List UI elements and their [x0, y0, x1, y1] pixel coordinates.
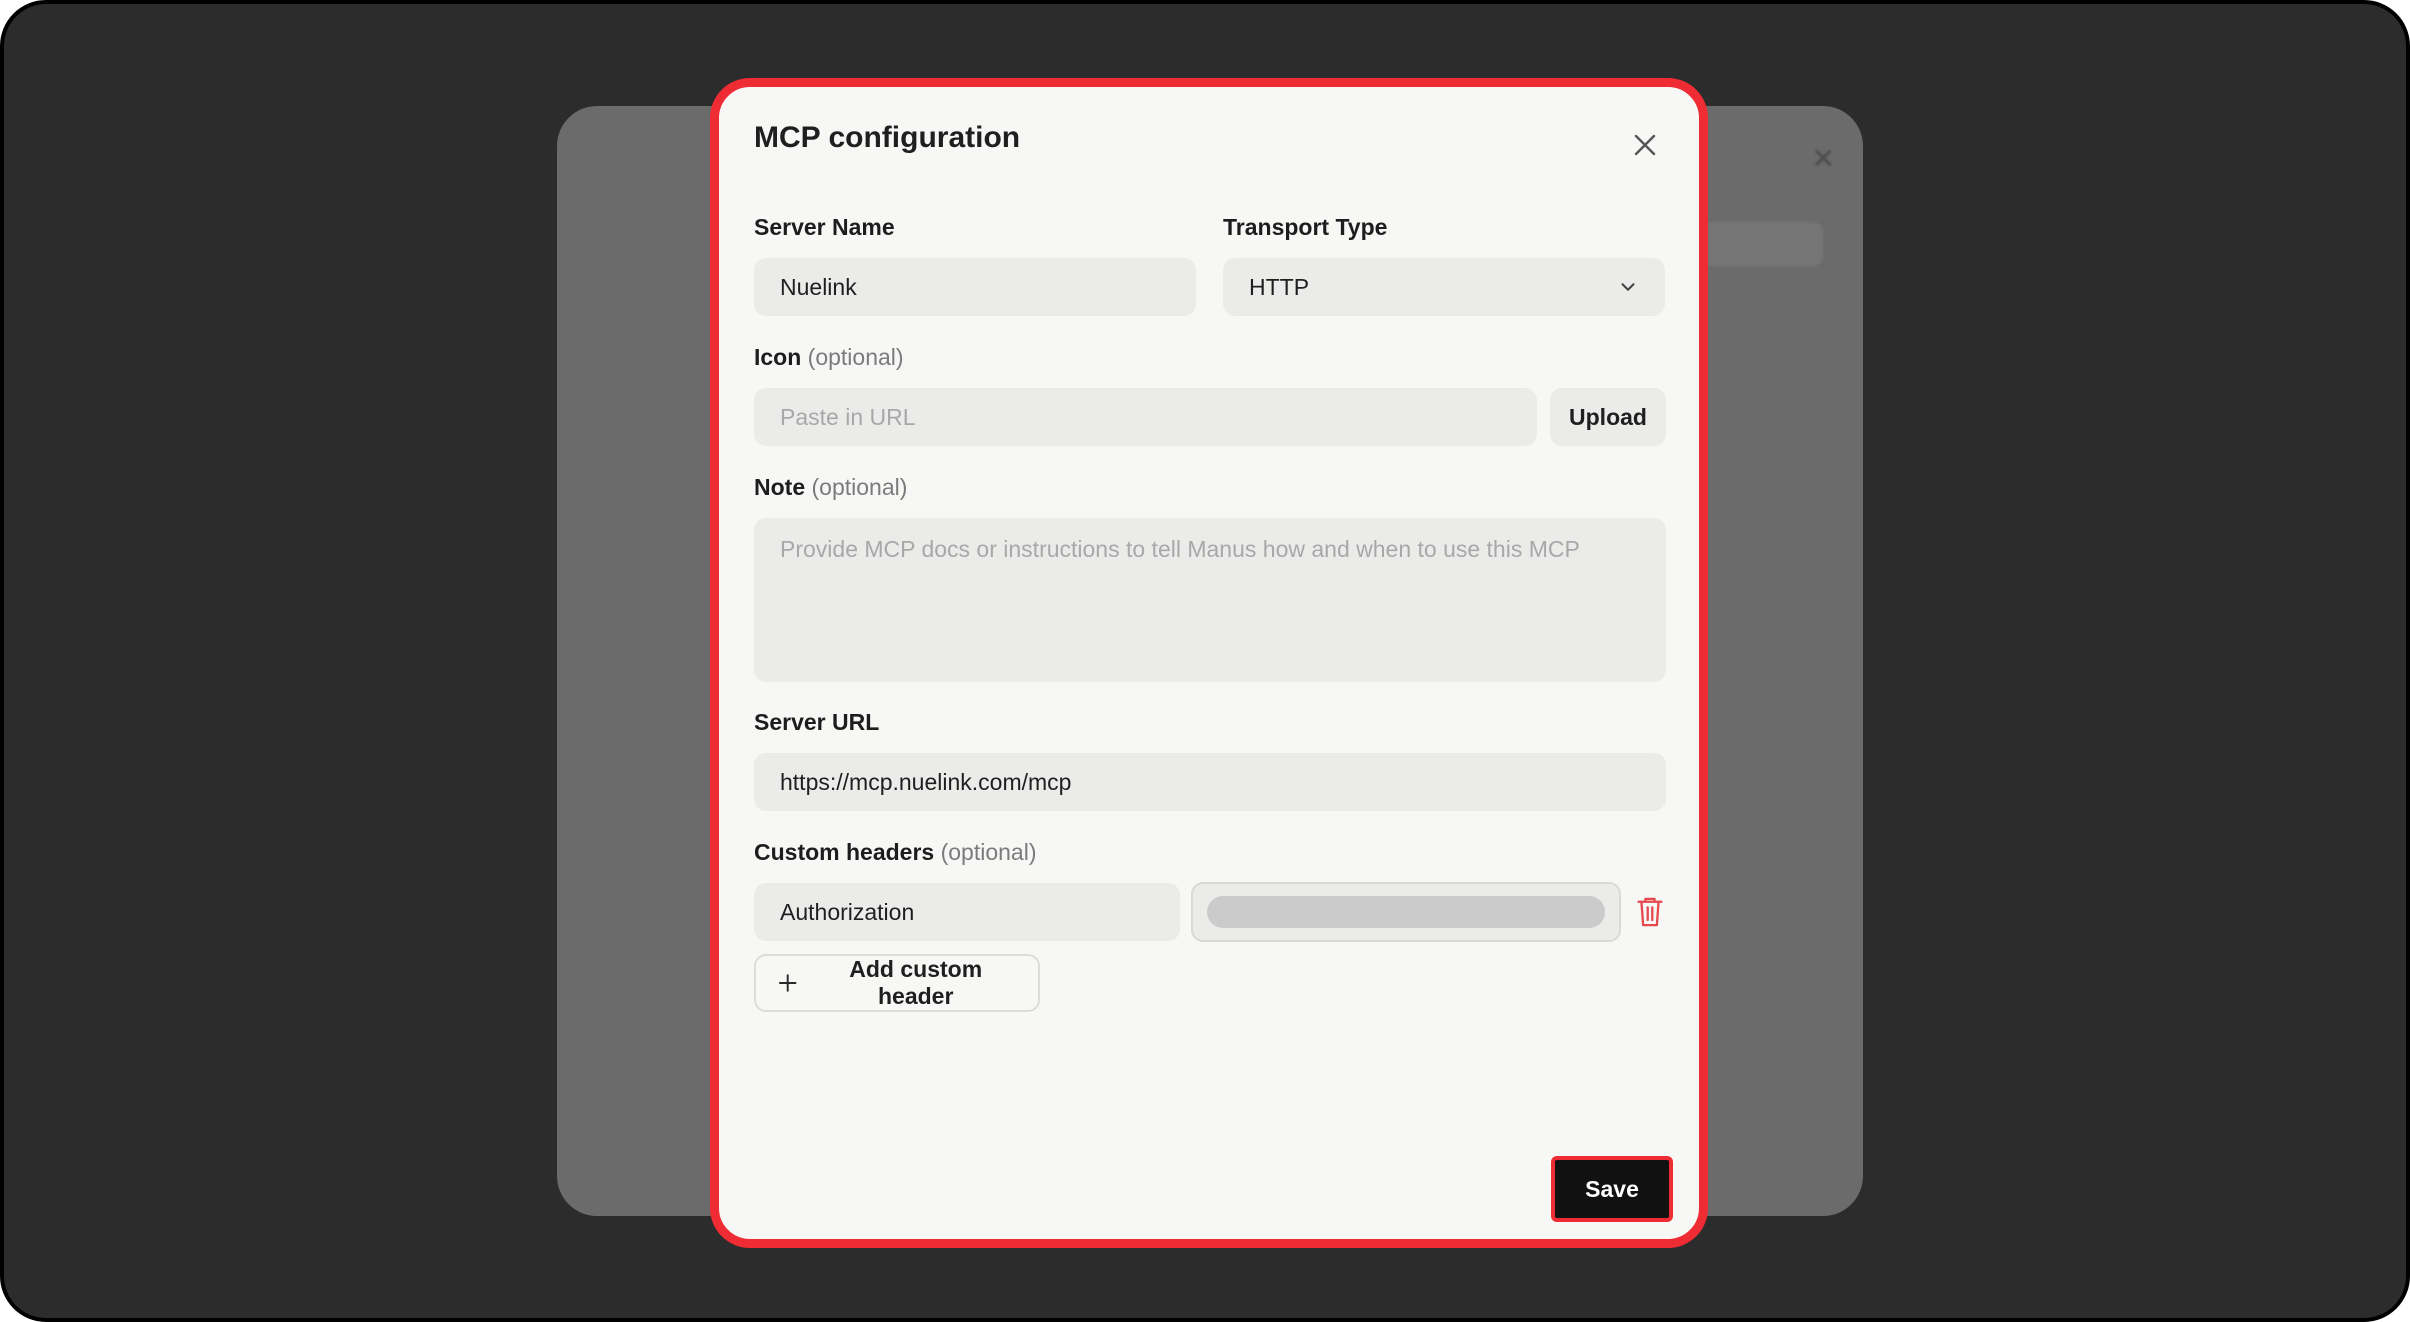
header-value-redacted: [1207, 896, 1605, 928]
dialog-title: MCP configuration: [754, 121, 1021, 154]
custom-headers-label: Custom headers (optional): [754, 839, 1037, 865]
chevron-down-icon: [1621, 283, 1635, 291]
server-name-input[interactable]: [754, 258, 1196, 316]
icon-url-input[interactable]: [754, 388, 1537, 446]
screen-frame: ✕ MCP configuration Server Name Transpor…: [0, 0, 2410, 1322]
header-value-input[interactable]: [1191, 882, 1621, 942]
custom-headers-optional-hint: (optional): [940, 839, 1037, 865]
mcp-configuration-dialog: MCP configuration Server Name Transport …: [710, 78, 1708, 1248]
icon-label: Icon (optional): [754, 344, 904, 370]
close-icon: [1634, 134, 1656, 156]
add-custom-header-button[interactable]: Add custom header: [754, 954, 1040, 1012]
save-button-highlight: Save: [1551, 1156, 1673, 1222]
transport-type-value: HTTP: [1249, 273, 1310, 300]
transport-type-select[interactable]: HTTP: [1223, 258, 1665, 316]
background-close-icon: ✕: [1811, 143, 1835, 174]
server-url-label: Server URL: [754, 709, 880, 735]
dialog-body: MCP configuration Server Name Transport …: [719, 87, 1699, 1239]
add-custom-header-label: Add custom header: [849, 956, 983, 1009]
server-name-label: Server Name: [754, 214, 895, 240]
close-button[interactable]: [1625, 125, 1665, 165]
transport-type-label: Transport Type: [1223, 214, 1388, 240]
delete-header-button[interactable]: [1632, 892, 1668, 932]
icon-optional-hint: (optional): [807, 344, 904, 370]
note-optional-hint: (optional): [811, 474, 908, 500]
header-key-input[interactable]: [754, 883, 1180, 941]
server-url-input[interactable]: [754, 753, 1666, 811]
save-button[interactable]: Save: [1579, 1175, 1645, 1204]
trash-icon: [1637, 897, 1663, 927]
note-textarea[interactable]: [754, 518, 1666, 682]
plus-icon: [778, 974, 797, 992]
note-label: Note (optional): [754, 474, 908, 500]
upload-button[interactable]: Upload: [1550, 388, 1666, 446]
